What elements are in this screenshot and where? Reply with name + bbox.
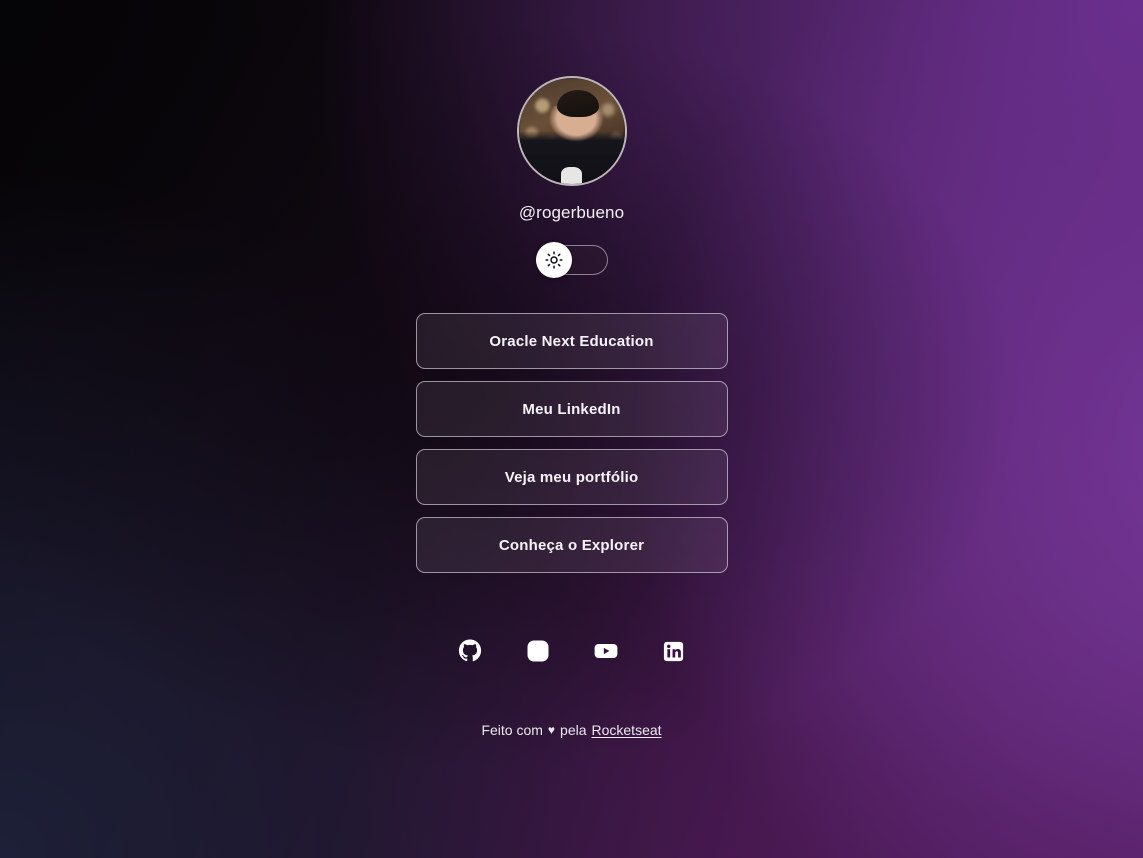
social-link-youtube[interactable] [593, 638, 619, 664]
link-meu-linkedin[interactable]: Meu LinkedIn [415, 381, 728, 437]
social-link-linkedin[interactable] [661, 638, 687, 664]
profile-section: @rogerbueno [516, 76, 627, 223]
sun-icon [544, 251, 563, 269]
footer-middle: pela [560, 722, 587, 738]
theme-switch-knob[interactable] [535, 242, 572, 278]
link-conheca-o-explorer[interactable]: Conheça o Explorer [415, 517, 728, 573]
avatar-hair [556, 89, 600, 118]
links-list: Oracle Next Education Meu LinkedIn Veja … [415, 313, 728, 573]
footer-rocketseat-link[interactable]: Rocketseat [592, 722, 662, 738]
footer-prefix: Feito com [481, 722, 543, 738]
link-veja-meu-portfolio[interactable]: Veja meu portfólio [415, 449, 728, 505]
footer-credit: Feito com ♥ pela Rocketseat [481, 722, 661, 738]
profile-username: @rogerbueno [518, 203, 625, 222]
theme-switch[interactable] [535, 242, 608, 278]
linkedin-icon [662, 640, 685, 663]
avatar-shirt [560, 167, 583, 184]
avatar-image [518, 78, 625, 184]
linktree-page: @rogerbueno Oracle Next Education Meu Li… [0, 0, 1143, 858]
social-link-instagram[interactable] [525, 638, 551, 664]
github-icon [458, 639, 482, 663]
theme-switch-container [535, 242, 608, 278]
link-oracle-next-education[interactable]: Oracle Next Education [415, 313, 728, 369]
avatar [516, 76, 627, 186]
social-link-github[interactable] [457, 638, 483, 664]
heart-icon: ♥ [547, 723, 556, 737]
youtube-icon [593, 638, 619, 664]
instagram-icon [526, 639, 550, 663]
social-links [441, 638, 703, 664]
